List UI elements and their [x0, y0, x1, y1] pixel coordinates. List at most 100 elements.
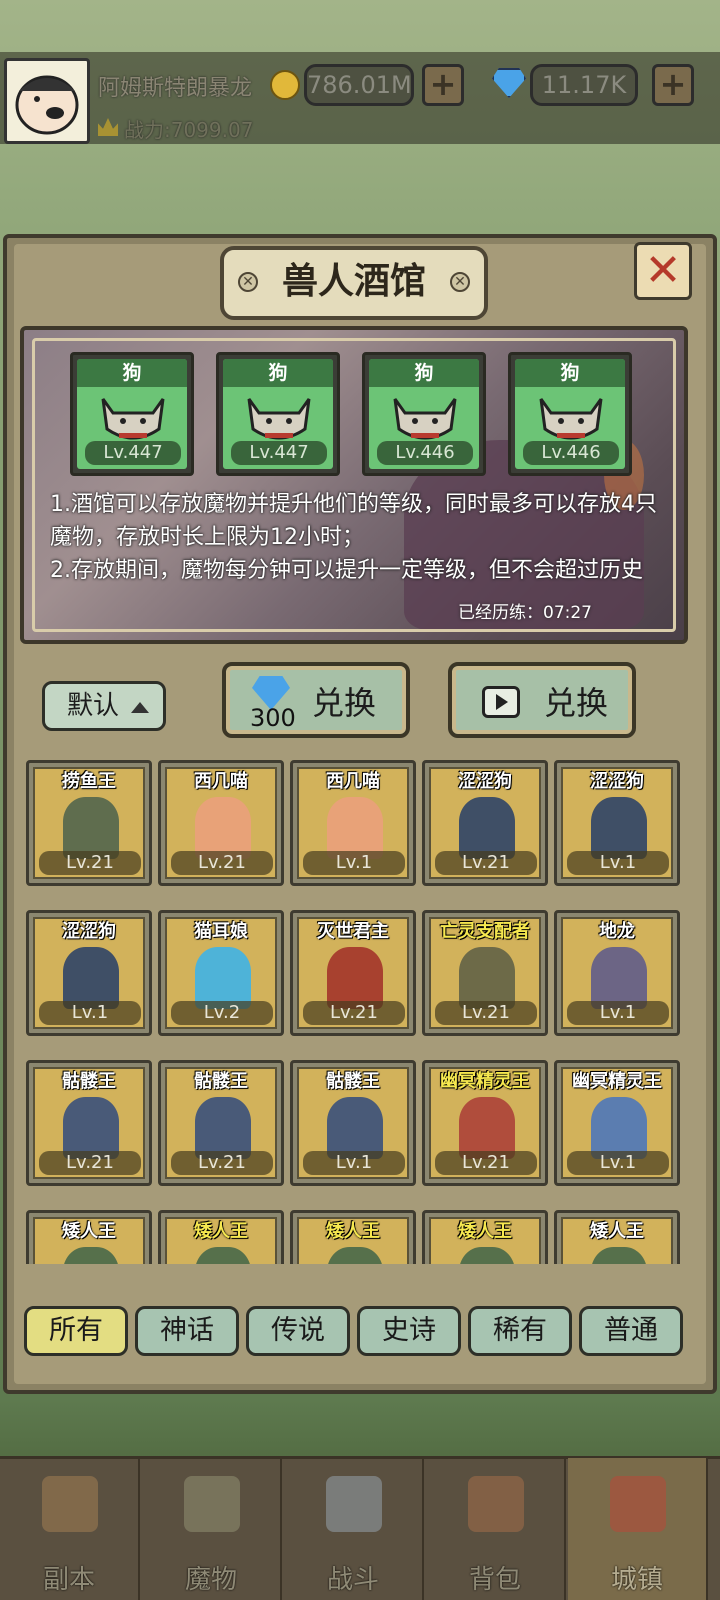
- monster-card[interactable]: 骷髅王 Lv.1: [290, 1060, 416, 1186]
- slot-monster-level: Lv.446: [377, 441, 473, 465]
- gold-amount: 786.01M: [304, 64, 414, 106]
- monster-level: Lv.21: [303, 1001, 405, 1025]
- monster-name: 涩涩狗: [62, 921, 116, 942]
- filter-tab[interactable]: 传说: [246, 1306, 350, 1356]
- stored-monster-slot[interactable]: 狗 Lv.447: [70, 352, 194, 476]
- monster-card[interactable]: 涩涩狗 Lv.21: [422, 760, 548, 886]
- monster-card[interactable]: 幽冥精灵王 Lv.1: [554, 1060, 680, 1186]
- monster-card-body: 西几喵 Lv.21: [165, 767, 277, 879]
- slot-body: 狗 Lv.447: [77, 359, 187, 469]
- stored-monster-slot[interactable]: 狗 Lv.446: [508, 352, 632, 476]
- monster-portrait: [195, 1097, 251, 1159]
- monster-card[interactable]: 骷髅王 Lv.21: [26, 1060, 152, 1186]
- monster-card-body: 矮人王: [297, 1217, 409, 1264]
- monster-name: 灭世君主: [317, 921, 389, 942]
- dog-icon: [539, 398, 603, 440]
- exchange-ad-button[interactable]: 兑换: [448, 662, 636, 738]
- monster-level: Lv.21: [435, 1151, 537, 1175]
- filter-tab[interactable]: 稀有: [468, 1306, 572, 1356]
- monster-name: 矮人王: [458, 1221, 512, 1242]
- monster-card-body: 幽冥精灵王 Lv.1: [561, 1067, 673, 1179]
- monster-grid[interactable]: 捞鱼王 Lv.21 西几喵 Lv.21 西几喵 Lv.1 涩涩狗 Lv.21 涩…: [26, 752, 694, 1264]
- monster-card[interactable]: 地龙 Lv.1: [554, 910, 680, 1036]
- add-gem-button[interactable]: +: [652, 64, 694, 106]
- monster-portrait: [195, 797, 251, 859]
- monster-card-body: 矮人王: [561, 1217, 673, 1264]
- nav-item[interactable]: 战斗: [284, 1458, 424, 1600]
- monster-card-body: 涩涩狗 Lv.21: [429, 767, 541, 879]
- monster-card-body: 幽冥精灵王 Lv.21: [429, 1067, 541, 1179]
- nav-item[interactable]: 魔物: [142, 1458, 282, 1600]
- monster-card[interactable]: 幽冥精灵王 Lv.21: [422, 1060, 548, 1186]
- monster-card[interactable]: 骷髅王 Lv.21: [158, 1060, 284, 1186]
- slot-monster-name: 狗: [77, 359, 187, 387]
- sort-label: 默认: [67, 691, 120, 721]
- monster-card[interactable]: 亡灵支配者 Lv.21: [422, 910, 548, 1036]
- monster-card-body: 矮人王: [33, 1217, 145, 1264]
- stored-monster-slot[interactable]: 狗 Lv.447: [216, 352, 340, 476]
- monster-level: Lv.1: [303, 1151, 405, 1175]
- slot-body: 狗 Lv.446: [369, 359, 479, 469]
- filter-tab[interactable]: 所有: [24, 1306, 128, 1356]
- monster-portrait: [195, 947, 251, 1009]
- nav-item-label: 战斗: [326, 1565, 379, 1595]
- monster-name: 西几喵: [326, 771, 380, 792]
- monster-card[interactable]: 矮人王: [290, 1210, 416, 1264]
- nav-item[interactable]: 副本: [0, 1458, 140, 1600]
- monster-level: Lv.21: [435, 851, 537, 875]
- monster-card-body: 骷髅王 Lv.1: [297, 1067, 409, 1179]
- monster-card-body: 骷髅王 Lv.21: [33, 1067, 145, 1179]
- monster-card-body: 捞鱼王 Lv.21: [33, 767, 145, 879]
- bolt-icon: ✕: [238, 272, 258, 292]
- gem-amount: 11.17K: [530, 64, 638, 106]
- exchange-gem-button[interactable]: 300 兑换: [222, 662, 410, 738]
- monster-card[interactable]: 矮人王: [158, 1210, 284, 1264]
- monster-card[interactable]: 猫耳娘 Lv.2: [158, 910, 284, 1036]
- monster-portrait: [327, 947, 383, 1009]
- close-button[interactable]: ✕: [634, 242, 692, 300]
- stored-monster-slot[interactable]: 狗 Lv.446: [362, 352, 486, 476]
- monster-card-body: 矮人王: [165, 1217, 277, 1264]
- nav-item-label: 副本: [42, 1565, 95, 1595]
- monster-level: Lv.2: [171, 1001, 273, 1025]
- filter-tab[interactable]: 史诗: [357, 1306, 461, 1356]
- monster-card[interactable]: 涩涩狗 Lv.1: [554, 760, 680, 886]
- monster-card[interactable]: 西几喵 Lv.21: [158, 760, 284, 886]
- monster-portrait: [195, 1247, 251, 1264]
- slot-body: 狗 Lv.447: [223, 359, 333, 469]
- nav-item[interactable]: 背包: [426, 1458, 566, 1600]
- info-line-2: 2.存放期间，魔物每分钟可以提升一定等级，但不会超过历史: [50, 558, 643, 583]
- monster-card[interactable]: 矮人王: [422, 1210, 548, 1264]
- slot-monster-level: Lv.446: [523, 441, 619, 465]
- monster-card[interactable]: 矮人王: [26, 1210, 152, 1264]
- filter-tab[interactable]: 神话: [135, 1306, 239, 1356]
- slot-monster-name: 狗: [223, 359, 333, 387]
- monster-card[interactable]: 矮人王: [554, 1210, 680, 1264]
- monster-name: 矮人王: [326, 1221, 380, 1242]
- monster-card-body: 涩涩狗 Lv.1: [561, 767, 673, 879]
- monster-level: Lv.1: [39, 1001, 141, 1025]
- monster-portrait: [459, 1247, 515, 1264]
- monster-name: 幽冥精灵王: [440, 1071, 530, 1092]
- slot-monster-name: 狗: [369, 359, 479, 387]
- nav-item[interactable]: 城镇: [568, 1458, 708, 1600]
- monster-portrait: [327, 1247, 383, 1264]
- monster-card-body: 西几喵 Lv.1: [297, 767, 409, 879]
- add-gold-button[interactable]: +: [422, 64, 464, 106]
- monster-card[interactable]: 西几喵 Lv.1: [290, 760, 416, 886]
- monster-level: Lv.21: [435, 1001, 537, 1025]
- monster-card[interactable]: 捞鱼王 Lv.21: [26, 760, 152, 886]
- monster-name: 骷髅王: [62, 1071, 116, 1092]
- player-avatar[interactable]: [4, 58, 90, 144]
- gold-coin-icon: [270, 70, 300, 100]
- filter-tab[interactable]: 普通: [579, 1306, 683, 1356]
- monster-card[interactable]: 灭世君主 Lv.21: [290, 910, 416, 1036]
- nav-item-label: 魔物: [184, 1565, 237, 1595]
- dog-icon: [247, 398, 311, 440]
- monster-card[interactable]: 涩涩狗 Lv.1: [26, 910, 152, 1036]
- monster-card-body: 矮人王: [429, 1217, 541, 1264]
- monster-name: 涩涩狗: [458, 771, 512, 792]
- monster-name: 骷髅王: [326, 1071, 380, 1092]
- info-line-1: 1.酒馆可以存放魔物并提升他们的等级，同时最多可以存放4只魔物，存放时长上限为1…: [50, 492, 657, 550]
- sort-dropdown[interactable]: 默认: [42, 681, 166, 731]
